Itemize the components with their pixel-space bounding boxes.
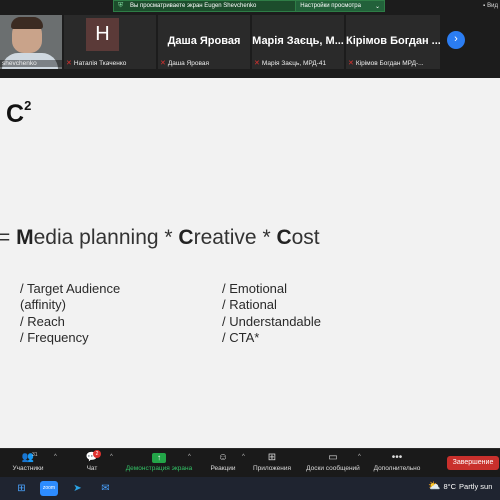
participants-button[interactable]: 👥 31 Участники: [8, 451, 48, 472]
caret-up-icon[interactable]: ^: [242, 454, 245, 460]
reactions-label: Реакции: [210, 465, 236, 472]
formula-c2-cap: C: [276, 226, 292, 249]
apps-icon: ⊞: [267, 452, 277, 463]
list-item: / Frequency: [20, 329, 89, 345]
chat-icon: 💬: [85, 452, 99, 463]
participant-name: Кірімов Богдан МРД-...: [355, 59, 424, 67]
chevron-down-icon: ⌄: [374, 3, 380, 10]
mic-muted-icon: ✕: [254, 60, 260, 67]
logo-letter: C: [6, 100, 25, 128]
caret-up-icon[interactable]: ^: [188, 454, 191, 460]
list-item: / Rational: [222, 297, 277, 313]
list-item: / Emotional: [222, 281, 288, 296]
apps-label: Приложения: [252, 465, 292, 472]
shared-screen: C2 = Media planning * Creative * Cost / …: [0, 78, 500, 448]
slide-logo: C2: [6, 98, 32, 129]
zoom-app-icon[interactable]: zoom: [40, 481, 58, 496]
participants-label: Участники: [12, 465, 44, 472]
weather-widget[interactable]: ⛅ 8°C Partly sun: [428, 481, 492, 492]
whiteboard-icon: ▭: [328, 452, 338, 463]
list-item: / Reach: [20, 313, 65, 329]
list-item: / Understandable: [222, 313, 322, 329]
participant-label: ✕ Марія Заєць, МРД-41: [254, 59, 342, 68]
view-label: Вид: [487, 3, 498, 9]
creative-list: / Emotional / Rational / Understandable …: [222, 281, 321, 346]
grid-icon: ▪: [483, 3, 486, 9]
apps-button[interactable]: ⊞ Приложения: [248, 451, 296, 472]
whiteboard-button[interactable]: ▭ Доски сообщений: [300, 451, 366, 472]
formula-m-cap: M: [16, 226, 34, 249]
participant-label: ✕ Кірімов Богдан МРД-...: [348, 59, 438, 68]
view-options-button[interactable]: Настройки просмотра ⌄: [295, 1, 384, 11]
participant-video-tile[interactable]: shevchenko: [0, 15, 62, 69]
participant-name: Даша Яровая: [167, 59, 209, 67]
weather-temp: 8°C: [443, 482, 457, 491]
mic-muted-icon: ✕: [160, 60, 166, 67]
view-button[interactable]: ▪ Вид: [483, 0, 500, 12]
share-screen-button[interactable]: ↑ Демонстрация экрана: [120, 451, 198, 472]
partly-sunny-icon: ⛅: [428, 481, 441, 492]
windows-start-icon[interactable]: ⊞: [14, 481, 29, 496]
participant-tile[interactable]: Марія Заєць, М... ✕ Марія Заєць, МРД-41: [252, 15, 344, 69]
list-item: / Target Audience: [20, 281, 121, 296]
participant-tile[interactable]: Кірімов Богдан ... ✕ Кірімов Богдан МРД-…: [346, 15, 440, 69]
participants-count: 31: [32, 452, 38, 458]
end-meeting-button[interactable]: Завершение: [447, 456, 499, 470]
share-screen-icon-wrap: ↑: [120, 451, 198, 465]
participant-display-name: Марія Заєць, М...: [252, 35, 344, 47]
chat-badge: 2: [93, 450, 101, 458]
formula-c1-rest: reative *: [193, 226, 277, 249]
whiteboard-label: Доски сообщений: [306, 465, 360, 472]
avatar: H: [86, 18, 119, 51]
more-dots-icon: •••: [391, 452, 403, 463]
participant-name: Марія Заєць, МРД-41: [261, 59, 327, 67]
formula-c1-cap: C: [178, 226, 194, 249]
zoom-app-label: zoom: [42, 485, 56, 491]
caret-up-icon[interactable]: ^: [358, 454, 361, 460]
formula-prefix: =: [0, 226, 11, 249]
person-hair: [11, 17, 43, 29]
more-button[interactable]: ••• Дополнительно: [368, 451, 426, 472]
participant-label: ✕ Наталія Ткаченко: [66, 59, 154, 68]
smiley-icon: ☺: [217, 452, 229, 463]
telegram-icon[interactable]: ➤: [70, 481, 85, 496]
reactions-button[interactable]: ☺ Реакции: [204, 451, 242, 472]
shield-icon: ⛨: [118, 2, 124, 9]
participant-label: shevchenko: [0, 60, 62, 67]
list-item: (affinity): [20, 297, 66, 313]
list-item: / CTA*: [222, 329, 260, 345]
logo-superscript: 2: [24, 98, 32, 113]
chat-button[interactable]: 💬 2 Чат: [78, 450, 106, 472]
mail-icon[interactable]: ✉: [98, 481, 113, 496]
participant-strip: shevchenko H ✕ Наталія Ткаченко Даша Яро…: [0, 12, 500, 69]
participant-tile[interactable]: H ✕ Наталія Ткаченко: [64, 15, 156, 69]
participant-label: ✕ Даша Яровая: [160, 59, 248, 68]
view-options-label: Настройки просмотра: [300, 3, 361, 9]
participant-name: Наталія Ткаченко: [73, 59, 127, 67]
chevron-right-icon: ›: [454, 33, 458, 45]
more-label: Дополнительно: [373, 465, 421, 472]
mic-muted-icon: ✕: [348, 60, 354, 67]
people-icon: 👥: [21, 452, 35, 463]
participant-name: shevchenko: [2, 60, 37, 67]
next-page-button[interactable]: ›: [447, 31, 465, 49]
meeting-toolbar: 👥 31 Участники ^ 💬 2 Чат ^ ↑ Демонстраци…: [0, 448, 500, 477]
formula-m-rest: edia planning *: [33, 226, 179, 249]
media-planning-list: / Target Audience (affinity) / Reach / F…: [20, 281, 120, 346]
slide-formula: = Media planning * Creative * Cost: [0, 226, 320, 250]
chat-label: Чат: [86, 465, 98, 472]
caret-up-icon[interactable]: ^: [54, 454, 57, 460]
os-taskbar: ⊞ zoom ➤ ✉ ⛅ 8°C Partly sun: [0, 477, 500, 500]
caret-up-icon[interactable]: ^: [110, 454, 113, 460]
weather-text: Partly sun: [459, 482, 493, 491]
formula-c2-rest: ost: [291, 226, 320, 249]
mic-muted-icon: ✕: [66, 60, 72, 67]
participant-display-name: Кірімов Богдан ...: [346, 35, 440, 47]
share-screen-icon: ↑: [152, 453, 166, 463]
participant-display-name: Даша Яровая: [167, 35, 241, 47]
share-screen-label: Демонстрация экрана: [125, 465, 193, 472]
screen-share-banner: ⛨ Вы просматриваете экран Eugen Shevchen…: [113, 0, 385, 12]
share-message: Вы просматриваете экран Eugen Shevchenko: [130, 3, 257, 9]
participant-tile[interactable]: Даша Яровая ✕ Даша Яровая: [158, 15, 250, 69]
